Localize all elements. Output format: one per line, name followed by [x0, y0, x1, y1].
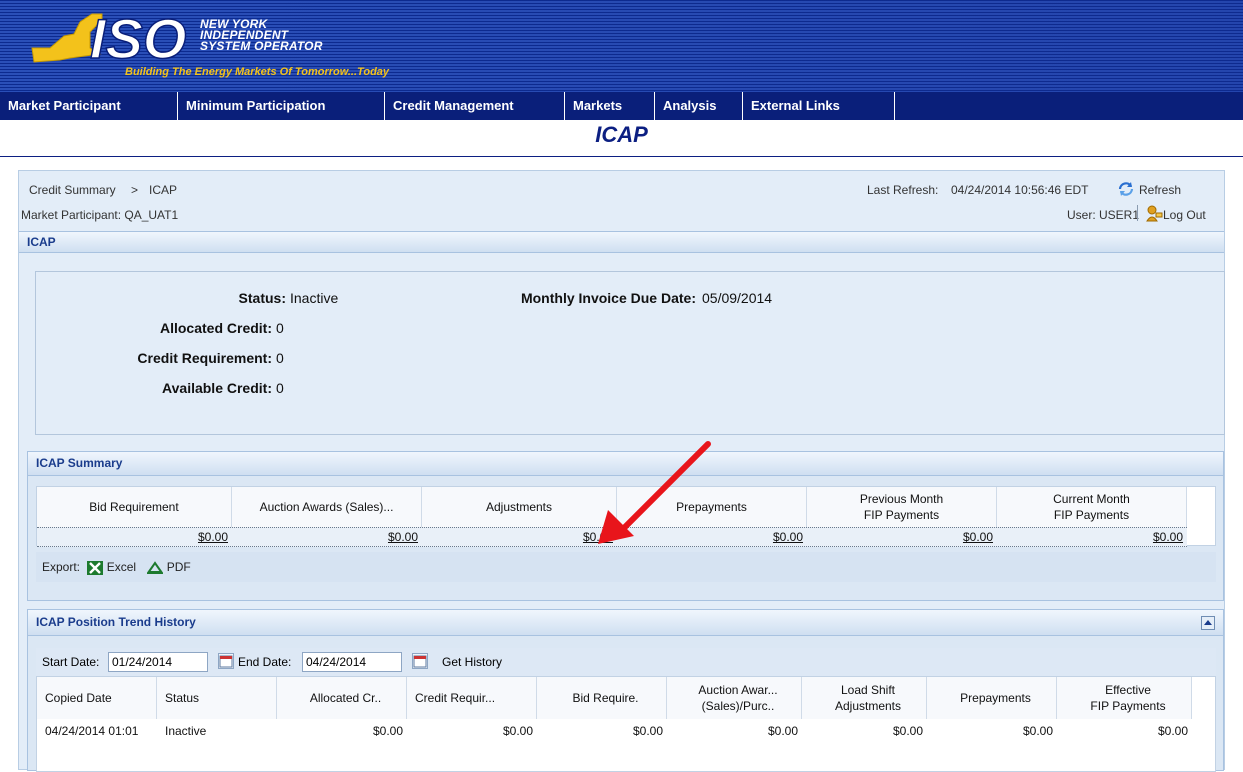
breadcrumb-separator: >	[131, 183, 139, 197]
logo-tagline: Building The Energy Markets Of Tomorrow.…	[125, 66, 390, 78]
start-calendar-icon[interactable]	[218, 653, 234, 669]
export-bar: Export: Excel PDF	[36, 552, 1216, 582]
available-credit-value: 0	[276, 380, 284, 396]
collapse-icon[interactable]	[1201, 616, 1215, 630]
row-status: Inactive	[165, 724, 207, 738]
col-status[interactable]: Status	[157, 677, 277, 719]
get-history-button[interactable]: Get History	[442, 648, 502, 676]
title-divider	[0, 156, 1243, 157]
credit-requirement-value: 0	[276, 350, 284, 366]
col-current-month-fip[interactable]: Current Month FIP Payments	[997, 487, 1187, 527]
row-prepayments: $0.00	[1022, 724, 1053, 738]
pdf-export-button[interactable]: PDF	[167, 560, 191, 574]
status-label: Status:	[238, 290, 286, 306]
nav-external-links[interactable]: External Links	[743, 92, 895, 120]
excel-export-button[interactable]: Excel	[107, 560, 136, 574]
icap-details-box: Status: Inactive Allocated Credit: 0 Cre…	[35, 271, 1225, 435]
col-auction-awards[interactable]: Auction Awar... (Sales)/Purc..	[667, 677, 802, 719]
trend-filter-row: Start Date: End Date: Get History	[36, 648, 1216, 676]
nav-minimum-participation[interactable]: Minimum Participation	[178, 92, 385, 120]
pdf-icon[interactable]	[147, 561, 164, 575]
row-credit-requirement: $0.00	[502, 724, 533, 738]
logout-button[interactable]: Log Out	[1163, 208, 1206, 222]
breadcrumb-current: ICAP	[149, 183, 178, 197]
refresh-icon[interactable]	[1117, 181, 1135, 197]
nyiso-logo[interactable]: ISO NEW YORK INDEPENDENT SYSTEM OPERATOR…	[30, 8, 410, 78]
row-load-shift: $0.00	[892, 724, 923, 738]
credit-requirement-label: Credit Requirement:	[137, 350, 272, 366]
nav-markets[interactable]: Markets	[565, 92, 655, 120]
logout-icon[interactable]	[1145, 204, 1163, 222]
col-prepayments[interactable]: Prepayments	[927, 677, 1057, 719]
col-previous-month-fip[interactable]: Previous Month FIP Payments	[807, 487, 997, 527]
nav-market-participant[interactable]: Market Participant	[0, 92, 178, 120]
nav-analysis[interactable]: Analysis	[655, 92, 743, 120]
col-bid-requirement[interactable]: Bid Requirement	[37, 487, 232, 527]
ny-state-shape-icon: ISO	[31, 8, 187, 66]
col-credit-requirement[interactable]: Credit Requir...	[407, 677, 537, 719]
start-date-input[interactable]	[108, 652, 208, 672]
col-load-shift[interactable]: Load Shift Adjustments	[802, 677, 927, 719]
trend-history-table: Copied Date Status Allocated Cr.. Credit…	[36, 676, 1216, 772]
col-bid-requirement[interactable]: Bid Require.	[537, 677, 667, 719]
header-banner: ISO NEW YORK INDEPENDENT SYSTEM OPERATOR…	[0, 0, 1243, 92]
col-effective-fip[interactable]: Effective FIP Payments	[1057, 677, 1192, 719]
status-value: Inactive	[290, 290, 339, 306]
main-nav: Market Participant Minimum Participation…	[0, 92, 1243, 120]
end-calendar-icon[interactable]	[412, 653, 428, 669]
col-copied-date[interactable]: Copied Date	[37, 677, 157, 719]
value-previous-month-fip[interactable]: $0.00	[807, 528, 997, 546]
last-refresh-label: Last Refresh:	[867, 183, 939, 197]
available-credit-label: Available Credit:	[162, 380, 272, 396]
breadcrumb-root[interactable]: Credit Summary	[29, 183, 116, 197]
col-allocated-credit[interactable]: Allocated Cr..	[277, 677, 407, 719]
icap-section-header: ICAP	[19, 231, 1224, 253]
page-title: ICAP	[595, 122, 648, 147]
logo-org-name: NEW YORK INDEPENDENT SYSTEM OPERATOR	[200, 18, 440, 53]
export-label: Export:	[42, 560, 81, 574]
excel-icon[interactable]	[87, 560, 104, 575]
end-date-input[interactable]	[302, 652, 402, 672]
row-copied-date: 04/24/2014 01:01	[45, 724, 139, 738]
logo-line-3: SYSTEM OPERATOR	[200, 39, 323, 53]
invoice-due-value: 05/09/2014	[702, 290, 773, 306]
row-bid-requirement: $0.00	[632, 724, 663, 738]
user-label: User: USER1	[1067, 208, 1140, 222]
row-allocated-credit: $0.00	[372, 724, 403, 738]
annotation-arrow-icon	[598, 441, 711, 544]
header-divider	[1137, 205, 1138, 221]
value-adjustments[interactable]: $0.00	[422, 528, 617, 546]
row-auction-awards: $0.00	[767, 724, 798, 738]
end-date-label: End Date:	[238, 655, 292, 669]
allocated-credit-value: 0	[276, 320, 284, 336]
logo-iso-text: ISO	[90, 8, 186, 66]
value-auction-awards[interactable]: $0.00	[232, 528, 422, 546]
market-participant-label: Market Participant: QA_UAT1	[21, 208, 179, 222]
value-current-month-fip[interactable]: $0.00	[997, 528, 1187, 546]
col-auction-awards[interactable]: Auction Awards (Sales)...	[232, 487, 422, 527]
allocated-credit-label: Allocated Credit:	[159, 320, 272, 336]
trend-history-header: ICAP Position Trend History	[28, 610, 1223, 636]
col-adjustments[interactable]: Adjustments	[422, 487, 617, 527]
value-bid-requirement[interactable]: $0.00	[37, 528, 232, 546]
trend-history-section: ICAP Position Trend History Start Date: …	[27, 609, 1224, 772]
last-refresh-value: 04/24/2014 10:56:46 EDT	[951, 183, 1089, 197]
refresh-button[interactable]: Refresh	[1139, 183, 1181, 197]
row-effective-fip: $0.00	[1157, 724, 1188, 738]
invoice-due-label: Monthly Invoice Due Date:	[520, 290, 696, 306]
nav-credit-management[interactable]: Credit Management	[385, 92, 565, 120]
start-date-label: Start Date:	[42, 655, 100, 669]
